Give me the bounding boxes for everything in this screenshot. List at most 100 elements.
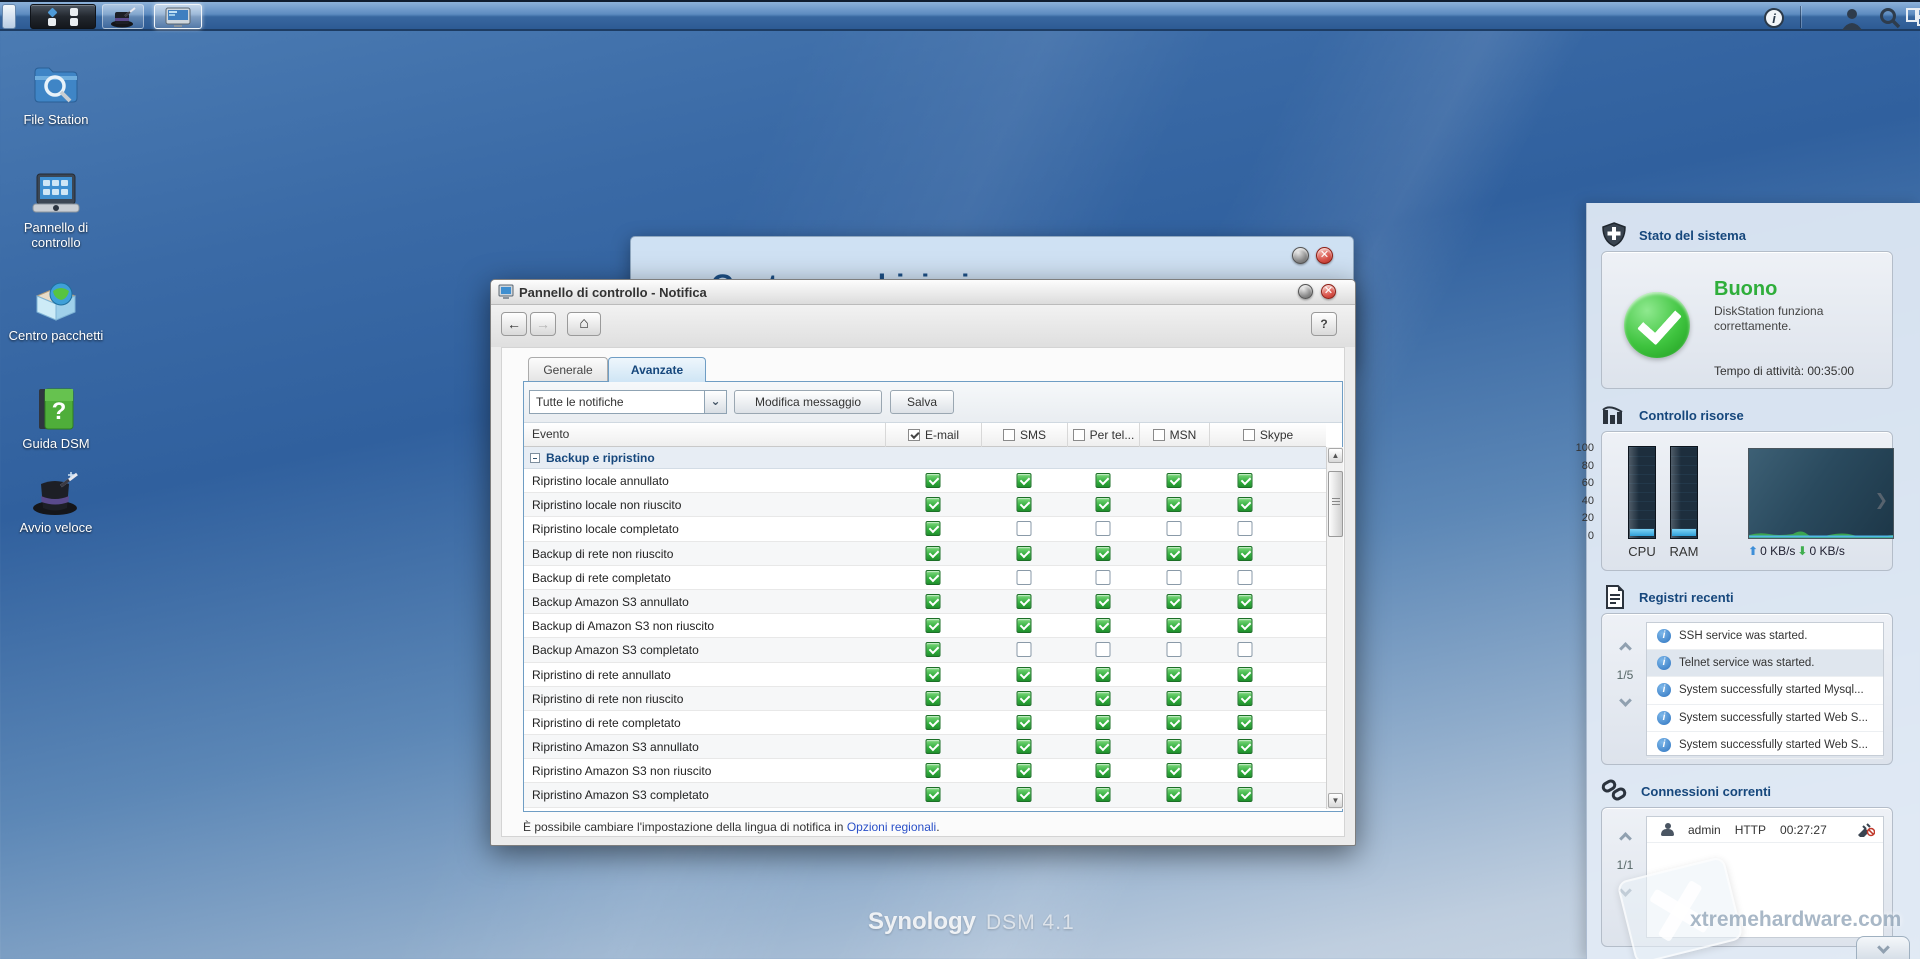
notification-checkbox[interactable]: [1017, 521, 1032, 536]
notification-checkbox[interactable]: [1017, 739, 1032, 754]
column-toggle-checkbox[interactable]: [1073, 429, 1085, 441]
notification-checkbox[interactable]: [926, 715, 941, 730]
notification-checkbox[interactable]: [1238, 594, 1253, 609]
notification-checkbox[interactable]: [1167, 521, 1182, 536]
regional-options-link[interactable]: Opzioni regionali: [847, 820, 936, 834]
notification-checkbox[interactable]: [1096, 497, 1111, 512]
notification-checkbox[interactable]: [1238, 763, 1253, 778]
close-button[interactable]: ✕: [1316, 247, 1333, 264]
log-entry[interactable]: iSSH service was started.: [1647, 623, 1883, 650]
notification-checkbox[interactable]: [1167, 642, 1182, 657]
log-entry[interactable]: iSystem successfully started Mysql...: [1647, 677, 1883, 704]
notification-checkbox[interactable]: [1238, 497, 1253, 512]
notification-checkbox[interactable]: [1017, 473, 1032, 488]
notification-checkbox[interactable]: [926, 739, 941, 754]
save-button[interactable]: Salva: [890, 390, 954, 414]
notification-checkbox[interactable]: [1167, 618, 1182, 633]
notification-checkbox[interactable]: [1238, 642, 1253, 657]
notification-checkbox[interactable]: [1167, 739, 1182, 754]
notification-checkbox[interactable]: [1167, 594, 1182, 609]
notification-checkbox[interactable]: [1096, 763, 1111, 778]
notification-checkbox[interactable]: [1096, 667, 1111, 682]
notification-checkbox[interactable]: [1096, 739, 1111, 754]
scrollbar-thumb[interactable]: [1328, 471, 1343, 537]
column-header-skype[interactable]: Skype: [1209, 423, 1326, 447]
page-down-icon[interactable]: [1619, 694, 1632, 707]
notification-checkbox[interactable]: [1096, 642, 1111, 657]
notification-checkbox[interactable]: [1238, 787, 1253, 802]
info-icon[interactable]: i: [1762, 6, 1786, 30]
scroll-down-icon[interactable]: ▼: [1328, 793, 1343, 808]
notification-checkbox[interactable]: [1017, 546, 1032, 561]
taskbar-quick-start-button[interactable]: [102, 4, 144, 29]
minimize-button[interactable]: [1298, 284, 1313, 299]
desktop-icon-dsm-help[interactable]: ? Guida DSM: [0, 386, 112, 451]
notification-checkbox[interactable]: [1017, 497, 1032, 512]
notification-checkbox[interactable]: [1096, 787, 1111, 802]
notification-checkbox[interactable]: [1167, 546, 1182, 561]
notification-checkbox[interactable]: [1238, 546, 1253, 561]
notification-checkbox[interactable]: [1017, 763, 1032, 778]
notification-checkbox[interactable]: [1017, 642, 1032, 657]
log-entry[interactable]: iTelnet service was started.: [1647, 650, 1883, 677]
notification-checkbox[interactable]: [926, 763, 941, 778]
log-entry[interactable]: iSystem successfully started Web S...: [1647, 732, 1883, 759]
notification-checkbox[interactable]: [1238, 473, 1253, 488]
notification-checkbox[interactable]: [1096, 618, 1111, 633]
notification-checkbox[interactable]: [1017, 691, 1032, 706]
taskbar-storage-manager-button[interactable]: [154, 4, 202, 29]
notification-checkbox[interactable]: [1238, 691, 1253, 706]
search-icon[interactable]: [1878, 6, 1902, 30]
scroll-up-icon[interactable]: ▲: [1328, 448, 1343, 463]
log-entry[interactable]: iSystem successfully started Web S...: [1647, 705, 1883, 732]
close-button[interactable]: ✕: [1321, 284, 1336, 299]
table-scrollbar[interactable]: ▲ ▼: [1326, 447, 1343, 809]
column-header-msn[interactable]: MSN: [1139, 423, 1209, 447]
notification-checkbox[interactable]: [1167, 667, 1182, 682]
column-header-sms[interactable]: SMS: [981, 423, 1067, 447]
table-row[interactable]: Ripristino locale annullato: [524, 469, 1326, 493]
notification-checkbox[interactable]: [926, 521, 941, 536]
notification-checkbox[interactable]: [1096, 691, 1111, 706]
notification-checkbox[interactable]: [1017, 787, 1032, 802]
tab-avanzate[interactable]: Avanzate: [608, 357, 706, 382]
column-header-email[interactable]: E-mail: [885, 423, 981, 447]
page-up-icon[interactable]: [1619, 832, 1632, 845]
back-button[interactable]: ←: [501, 312, 527, 336]
table-row[interactable]: Ripristino di rete annullato: [524, 663, 1326, 687]
notification-checkbox[interactable]: [926, 473, 941, 488]
show-desktop-button[interactable]: [2, 4, 16, 29]
notification-checkbox[interactable]: [926, 497, 941, 512]
expand-resource-monitor-icon[interactable]: ❯: [1875, 490, 1888, 510]
table-row[interactable]: Backup Amazon S3 annullato: [524, 590, 1326, 614]
help-button[interactable]: ?: [1311, 312, 1337, 336]
notification-checkbox[interactable]: [1017, 618, 1032, 633]
collapse-group-icon[interactable]: [530, 453, 540, 463]
notification-checkbox[interactable]: [1238, 570, 1253, 585]
disconnect-icon[interactable]: [1857, 823, 1875, 837]
notification-checkbox[interactable]: [926, 546, 941, 561]
notification-checkbox[interactable]: [1017, 570, 1032, 585]
notification-checkbox[interactable]: [1238, 715, 1253, 730]
notification-checkbox[interactable]: [1017, 594, 1032, 609]
column-header-pertel[interactable]: Per tel...: [1067, 423, 1139, 447]
dialog-titlebar[interactable]: Pannello di controllo - Notifica ✕: [491, 280, 1355, 305]
notification-checkbox[interactable]: [926, 787, 941, 802]
notification-checkbox[interactable]: [1017, 667, 1032, 682]
column-toggle-checkbox[interactable]: [1153, 429, 1165, 441]
notification-checkbox[interactable]: [926, 691, 941, 706]
notification-checkbox[interactable]: [926, 594, 941, 609]
user-icon[interactable]: [1840, 6, 1864, 30]
home-button[interactable]: ⌂: [567, 312, 601, 336]
notification-checkbox[interactable]: [1167, 787, 1182, 802]
page-up-icon[interactable]: [1619, 642, 1632, 655]
column-toggle-checkbox[interactable]: [1243, 429, 1255, 441]
table-row[interactable]: Ripristino Amazon S3 annullato: [524, 735, 1326, 759]
notification-checkbox[interactable]: [1238, 667, 1253, 682]
notification-checkbox[interactable]: [926, 570, 941, 585]
notification-checkbox[interactable]: [926, 642, 941, 657]
notification-checkbox[interactable]: [1167, 497, 1182, 512]
notification-filter-select[interactable]: Tutte le notifiche ⌄: [529, 390, 727, 414]
table-row[interactable]: Ripristino Amazon S3 non riuscito: [524, 759, 1326, 783]
tab-generale[interactable]: Generale: [528, 357, 608, 382]
